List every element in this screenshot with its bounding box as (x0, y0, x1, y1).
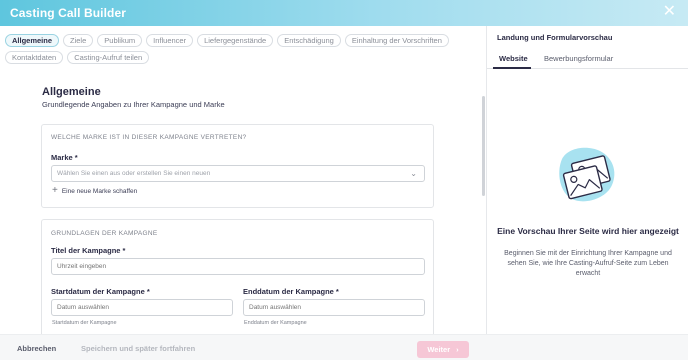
tab-publikum[interactable]: Publikum (97, 34, 143, 47)
brand-card-caption: WELCHE MARKE IST IN DIESER KAMPAGNE VERT… (51, 134, 247, 141)
add-brand-label: Eine neue Marke schaffen (61, 187, 138, 195)
active-tab-indicator (493, 67, 531, 69)
page-subtitle: Grundlegende Angaben zu Ihrer Kampagne u… (42, 100, 225, 109)
add-brand-link[interactable]: + Eine neue Marke schaffen (52, 185, 138, 196)
brand-select-placeholder: Wählen Sie einen aus oder erstellen Sie … (57, 170, 211, 177)
end-date-help: Enddatum der Kampagne (244, 320, 307, 326)
next-button[interactable]: Weiter › (417, 341, 469, 358)
close-icon[interactable]: ✕ (663, 4, 676, 20)
end-date-label: Enddatum der Kampagne * (243, 287, 339, 296)
tab-allgemeine[interactable]: Allgemeine (5, 34, 60, 47)
cancel-button[interactable]: Abbrechen (17, 344, 56, 353)
campaign-title-label: Titel der Kampagne * (51, 246, 126, 255)
empty-state-title: Eine Vorschau Ihrer Seite wird hier ange… (497, 226, 679, 236)
save-later-button[interactable]: Speichern und später fortfahren (81, 344, 195, 353)
tab-liefergegenstaende[interactable]: Liefergegenstände (197, 34, 274, 47)
start-date-input[interactable] (51, 299, 233, 316)
campaign-title-input[interactable] (51, 258, 425, 275)
step-tabs: Allgemeine Ziele Publikum Influencer Lie… (5, 34, 481, 64)
preview-pane: Landung und Formularvorschau Website Bew… (486, 26, 688, 334)
chevron-right-icon: › (456, 345, 459, 354)
start-date-label: Startdatum der Kampagne * (51, 287, 150, 296)
app-header: Casting Call Builder ✕ (0, 0, 688, 26)
app-title: Casting Call Builder (10, 6, 127, 20)
tab-ziele[interactable]: Ziele (63, 34, 94, 47)
image-preview-icon (559, 147, 615, 202)
campaign-basics-card: GRUNDLAGEN DER KAMPAGNE Titel der Kampag… (41, 219, 434, 334)
page-title: Allgemeine (42, 86, 101, 98)
preview-tabs: Website Bewerbungsformular (487, 50, 688, 69)
tab-website[interactable]: Website (499, 54, 528, 63)
chevron-down-icon: ⌄ (410, 169, 417, 178)
tab-influencer[interactable]: Influencer (146, 34, 194, 47)
tab-einhaltung[interactable]: Einhaltung der Vorschriften (344, 34, 449, 47)
preview-title: Landung und Formularvorschau (497, 33, 613, 42)
editor-pane: Allgemeine Ziele Publikum Influencer Lie… (0, 26, 486, 334)
plus-icon: + (52, 185, 58, 196)
footer-bar: Abbrechen Speichern und später fortfahre… (0, 334, 688, 360)
brand-select[interactable]: Wählen Sie einen aus oder erstellen Sie … (51, 165, 425, 182)
start-date-help: Startdatum der Kampagne (52, 320, 117, 326)
end-date-input[interactable] (243, 299, 425, 316)
basics-card-caption: GRUNDLAGEN DER KAMPAGNE (51, 230, 158, 237)
tab-bewerbungsformular[interactable]: Bewerbungsformular (544, 54, 613, 63)
tab-entschaedigung[interactable]: Entschädigung (277, 34, 341, 47)
tab-kontaktdaten[interactable]: Kontaktdaten (5, 51, 64, 64)
tab-casting-aufruf-teilen[interactable]: Casting-Aufruf teilen (67, 51, 150, 64)
next-button-label: Weiter (427, 345, 451, 354)
brand-card: WELCHE MARKE IST IN DIESER KAMPAGNE VERT… (41, 124, 434, 208)
scrollbar[interactable] (482, 96, 485, 196)
brand-label: Marke * (51, 153, 78, 162)
empty-state-text: Beginnen Sie mit der Einrichtung Ihrer K… (504, 250, 672, 277)
